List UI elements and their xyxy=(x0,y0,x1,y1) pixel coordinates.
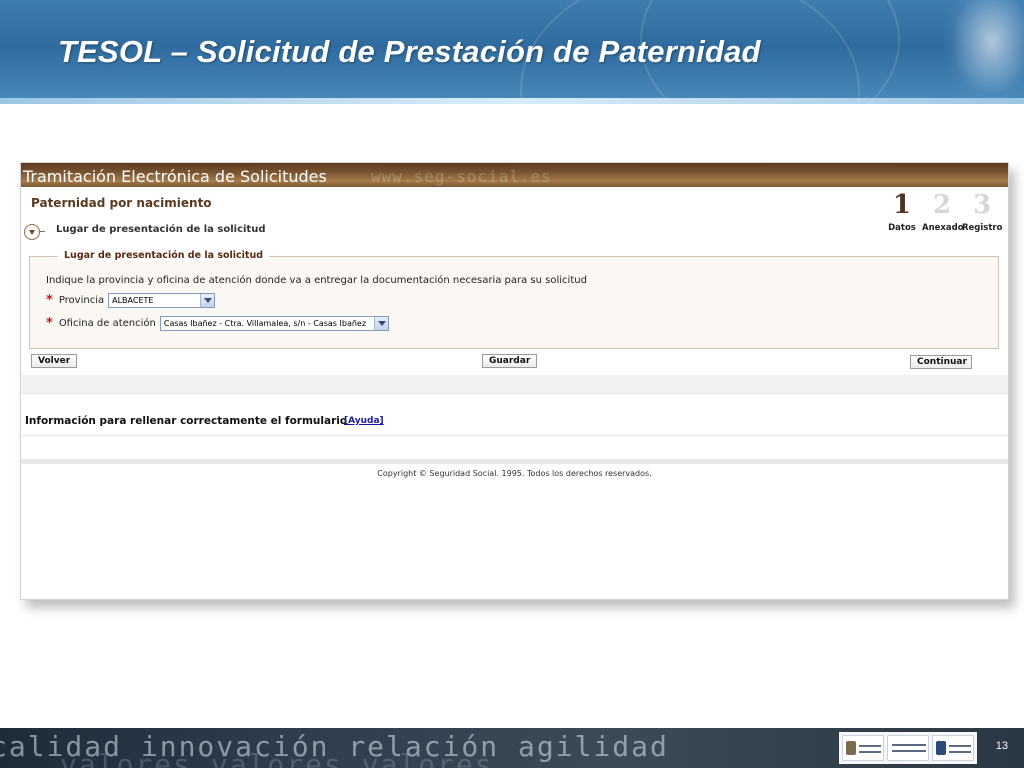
guardar-button[interactable]: Guardar xyxy=(482,354,538,368)
oficina-label: Oficina de atención xyxy=(58,318,156,329)
logo-line xyxy=(949,745,971,747)
slide-title: TESOL – Solicitud de Prestación de Pater… xyxy=(58,34,761,69)
separator-band xyxy=(21,375,1008,393)
seguridad-social-logo xyxy=(932,735,974,761)
logo-line xyxy=(859,745,881,747)
separator-band xyxy=(21,459,1008,464)
collapse-toggle-icon[interactable] xyxy=(24,224,40,240)
logo-line xyxy=(949,751,971,753)
provincia-select[interactable]: ALBACETE xyxy=(108,293,216,308)
logo-line xyxy=(892,750,926,752)
oficina-select[interactable]: Casas Ibañez - Ctra. Villamalea, s/n - C… xyxy=(159,316,389,331)
ss-emblem-icon xyxy=(936,741,946,755)
step-datos: 1 Datos xyxy=(882,189,922,233)
step-number-icon: 2 xyxy=(932,190,952,220)
step-anexado: 2 Anexado xyxy=(922,189,964,233)
help-link[interactable]: [Ayuda] xyxy=(344,416,384,426)
app-banner-title: Tramitación Electrónica de Solicitudes xyxy=(23,167,327,186)
provincia-value: ALBACETE xyxy=(112,296,154,305)
step-label: Anexado xyxy=(922,223,964,233)
step-number-icon: 1 xyxy=(892,190,912,220)
instruction-text: Indique la provincia y oficina de atenci… xyxy=(46,275,587,286)
fieldset-legend: Lugar de presentación de la solicitud xyxy=(58,250,270,261)
footer-decorative-words: calidad innovación relación agilidad xyxy=(0,730,669,763)
gobierno-logo xyxy=(842,735,884,761)
volver-button[interactable]: Volver xyxy=(31,354,78,368)
step-number-icon: 3 xyxy=(972,190,992,220)
step-label: Registro xyxy=(962,223,1003,233)
step-registro: 3 Registro xyxy=(962,189,1002,233)
crest-icon xyxy=(846,741,856,755)
government-logos xyxy=(839,732,977,764)
progress-steps: 1 Datos 2 Anexado 3 Registro xyxy=(882,189,1004,235)
provincia-row: * Provincia ALBACETE xyxy=(46,293,216,308)
chevron-down-icon[interactable] xyxy=(373,317,388,330)
info-text: Información para rellenar correctamente … xyxy=(25,415,348,427)
required-mark: * xyxy=(46,316,53,331)
form-title: Paternidad por nacimiento xyxy=(31,196,212,210)
slide-footer: valores valores valores calidad innovaci… xyxy=(0,728,1024,768)
statue-image xyxy=(944,0,1024,104)
required-mark: * xyxy=(46,293,53,308)
application-screenshot: Tramitación Electrónica de Solicitudes w… xyxy=(20,162,1009,600)
divider xyxy=(21,393,1008,394)
logo-line xyxy=(859,751,881,753)
slide-header: TESOL – Solicitud de Prestación de Pater… xyxy=(0,0,1024,104)
divider xyxy=(21,435,1008,436)
app-banner: Tramitación Electrónica de Solicitudes w… xyxy=(21,163,1008,187)
location-fieldset: Lugar de presentación de la solicitud In… xyxy=(29,250,999,349)
copyright-text: Copyright © Seguridad Social. 1995. Todo… xyxy=(377,469,652,478)
ministerio-logo xyxy=(887,735,929,761)
provincia-label: Provincia xyxy=(58,295,105,306)
banner-watermark: www.seg-social.es xyxy=(371,167,552,186)
oficina-value: Casas Ibañez - Ctra. Villamalea, s/n - C… xyxy=(163,319,367,328)
chevron-down-icon[interactable] xyxy=(200,294,215,307)
page-number: 13 xyxy=(995,740,1008,752)
step-label: Datos xyxy=(888,223,916,233)
section-heading: Lugar de presentación de la solicitud xyxy=(56,224,266,235)
logo-line xyxy=(892,744,926,746)
continuar-button[interactable]: Continuar xyxy=(910,355,972,369)
divider xyxy=(39,231,45,232)
oficina-row: * Oficina de atención Casas Ibañez - Ctr… xyxy=(46,316,389,331)
